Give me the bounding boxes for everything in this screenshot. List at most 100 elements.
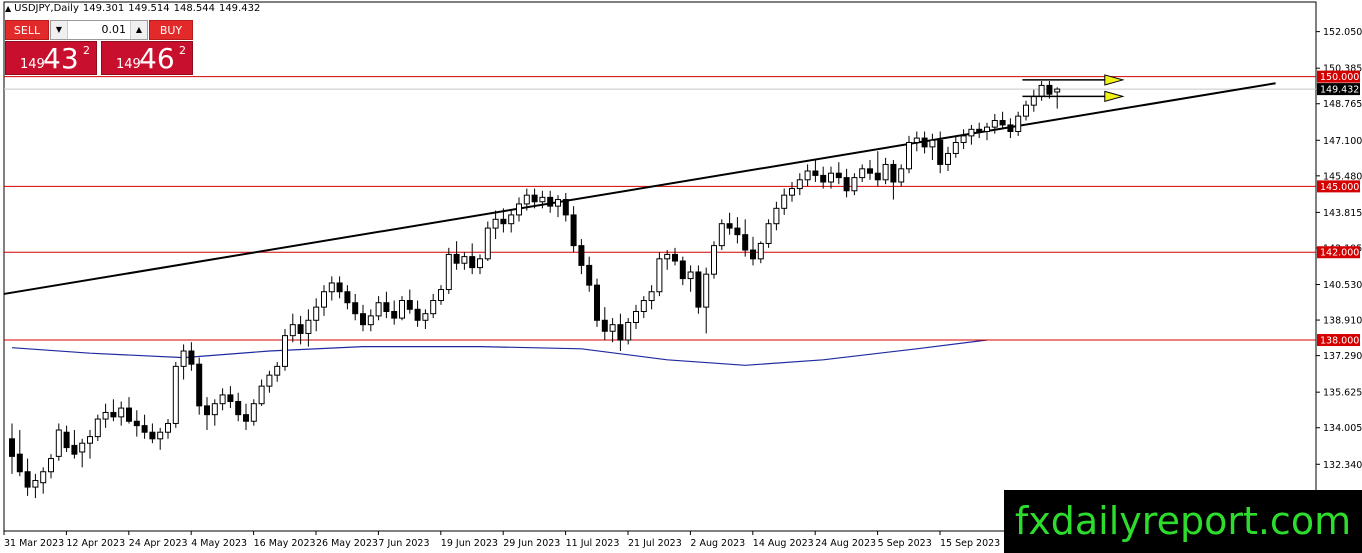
candle-body-up: [305, 319, 312, 334]
candle-body-up: [40, 471, 47, 484]
candle: [812, 160, 819, 182]
candle: [547, 190, 554, 213]
x-tick-label: 21 Jul 2023: [628, 538, 682, 549]
candle-body-up: [102, 411, 109, 420]
candle: [126, 397, 132, 424]
candle: [102, 403, 109, 428]
candle: [859, 164, 866, 182]
collapse-triangle-icon[interactable]: ▲: [5, 4, 11, 13]
candle-body-down: [570, 214, 577, 247]
lot-decrease-arrow-icon[interactable]: ▼: [51, 21, 68, 39]
x-tick-label: 5 Sep 2023: [878, 538, 932, 549]
candle: [24, 458, 31, 496]
buy-button[interactable]: BUY: [149, 20, 193, 40]
candle-body-up: [266, 374, 273, 387]
candle: [703, 267, 710, 334]
candle: [664, 250, 671, 270]
candle-body-up: [250, 403, 257, 422]
candle-body-up: [55, 429, 62, 457]
candle-body-down: [843, 177, 850, 192]
x-tick-label: 7 Jun 2023: [378, 538, 429, 549]
x-tick-label: 24 Apr 2023: [129, 538, 188, 549]
candle: [656, 252, 663, 297]
close-value: 149.432: [218, 3, 261, 14]
candle-body-up: [523, 194, 530, 205]
candle: [165, 419, 171, 439]
candle: [718, 219, 725, 251]
lot-size-field[interactable]: ▼ 0.01 ▲: [50, 20, 148, 40]
candle: [820, 166, 827, 189]
lot-size-value[interactable]: 0.01: [69, 21, 129, 39]
candle-body-down: [999, 120, 1006, 126]
annotation-arrow: [1022, 90, 1125, 103]
candle-body-down: [406, 300, 413, 310]
candle-body-up: [828, 172, 834, 183]
candle-body-up: [422, 313, 429, 321]
candle-body-up: [180, 350, 187, 367]
candle: [383, 291, 390, 319]
candle-body-down: [742, 234, 749, 251]
horizontal-levels-layer: [4, 76, 1316, 341]
candle-body-up: [477, 258, 483, 269]
candle-body-down: [601, 319, 608, 332]
candle: [352, 293, 359, 321]
candle-body-up: [984, 126, 990, 133]
candle: [594, 278, 600, 327]
level-label: 145.000: [1320, 182, 1359, 193]
x-tick-label: 29 Jun 2023: [503, 538, 560, 549]
candle: [679, 256, 686, 286]
candle: [898, 164, 905, 187]
candle: [789, 181, 795, 202]
x-tick-label: 15 Sep 2023: [940, 538, 1000, 549]
candle-body-up: [804, 170, 811, 181]
y-tick-label: 137.290: [1323, 351, 1362, 362]
lot-increase-arrow-icon[interactable]: ▲: [130, 21, 147, 39]
sell-button[interactable]: SELL: [5, 20, 49, 40]
candle: [617, 313, 624, 352]
candle: [999, 111, 1006, 130]
x-tick-label: 4 May 2023: [191, 538, 247, 549]
candle: [243, 403, 249, 431]
candle: [929, 133, 936, 161]
candle: [687, 265, 694, 292]
candle: [913, 131, 920, 152]
candle: [843, 168, 850, 198]
candle-body-down: [695, 271, 702, 308]
candle-body-up: [1054, 88, 1061, 93]
candle: [196, 357, 203, 415]
candle-body-up: [633, 310, 639, 323]
candle-body-up: [94, 418, 101, 438]
candle-body-up: [282, 335, 288, 367]
candle-body-down: [820, 174, 827, 183]
candle: [40, 467, 47, 494]
candle: [765, 219, 772, 248]
candle: [734, 217, 741, 244]
watermark-logo: fxdailyreport.com: [1004, 490, 1362, 553]
candle-body-up: [445, 253, 452, 291]
candle-body-up: [711, 245, 717, 275]
candle-body-down: [812, 170, 819, 176]
candle-body-down: [360, 313, 366, 326]
candle-body-up: [313, 306, 320, 321]
candle: [711, 241, 717, 279]
candle-body-up: [328, 282, 335, 293]
candle-body-down: [235, 400, 242, 416]
candle: [422, 309, 429, 330]
y-tick-label: 132.340: [1323, 460, 1362, 471]
bid-price-big: 43: [43, 42, 79, 75]
candle-body-up: [508, 214, 515, 225]
ask-price-box[interactable]: 149 46 2: [101, 41, 193, 75]
candle: [477, 254, 483, 275]
candle-body-up: [968, 128, 975, 137]
bid-price-box[interactable]: 149 43 2: [5, 41, 97, 75]
candle: [1007, 118, 1014, 139]
candle: [742, 219, 749, 257]
candle: [399, 296, 405, 321]
candle: [867, 160, 873, 180]
x-tick-label: 14 Aug 2023: [753, 538, 814, 549]
candle-body-down: [531, 194, 538, 203]
candle-body-down: [391, 310, 398, 319]
candle-body-up: [991, 120, 998, 128]
candle-body-up: [430, 300, 437, 315]
candle-body-down: [679, 260, 686, 280]
